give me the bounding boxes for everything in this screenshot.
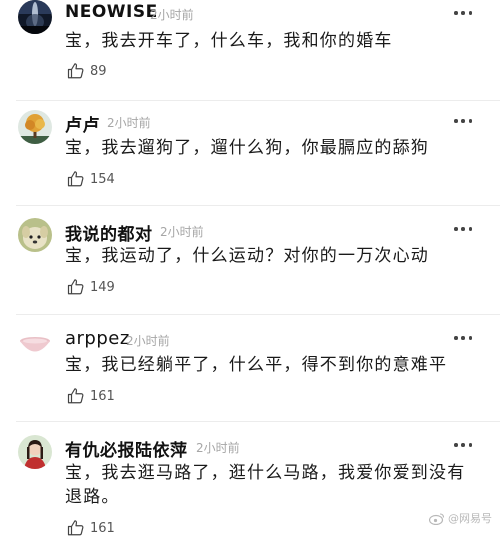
comment-text: 宝，我运动了，什么运动？对你的一万次心动 <box>65 246 429 266</box>
timestamp: 2小时前 <box>160 225 204 239</box>
autumn-tree-avatar <box>18 110 52 144</box>
comment-item: arppez 2小时前 宝，我已经躺平了，什么平，得不到你的意难平 161 <box>0 326 500 426</box>
more-dot-icon <box>461 443 465 447</box>
puppy-avatar <box>18 218 52 252</box>
thumbs-up-icon <box>67 63 84 79</box>
avatar[interactable] <box>18 110 52 144</box>
thumbs-up-icon <box>67 520 84 536</box>
comment-list: NEOWISE 2小时前 宝，我去开车了，什么车，我和你的婚车 89 卢卢 2小… <box>0 0 500 536</box>
divider <box>16 314 500 315</box>
more-dot-icon <box>454 11 458 15</box>
more-dot-icon <box>461 227 465 231</box>
girl-portrait-avatar <box>18 435 52 469</box>
more-dot-icon <box>468 227 472 231</box>
avatar[interactable] <box>18 218 52 252</box>
like-button[interactable]: 161 <box>67 386 115 406</box>
divider <box>16 421 500 422</box>
more-dot-icon <box>454 119 458 123</box>
thumbs-up-icon <box>67 279 84 295</box>
username[interactable]: 我说的都对 <box>65 220 153 245</box>
like-button[interactable]: 161 <box>67 518 115 536</box>
thumbs-up-icon <box>67 171 84 187</box>
watermark: @网易号 <box>429 510 492 526</box>
more-options-button[interactable] <box>454 10 472 16</box>
like-count: 149 <box>90 279 115 295</box>
username[interactable]: 卢卢 <box>65 111 100 136</box>
like-button[interactable]: 154 <box>67 169 115 189</box>
more-dot-icon <box>454 443 458 447</box>
more-dot-icon <box>461 11 465 15</box>
username[interactable]: NEOWISE <box>65 2 158 22</box>
avatar[interactable] <box>18 0 52 34</box>
more-dot-icon <box>468 119 472 123</box>
like-count: 154 <box>90 171 115 187</box>
timestamp: 2小时前 <box>107 116 151 130</box>
avatar[interactable] <box>18 435 52 469</box>
pink-bowl-avatar <box>18 328 52 362</box>
timestamp: 2小时前 <box>126 334 170 348</box>
like-count: 89 <box>90 63 107 79</box>
like-button[interactable]: 149 <box>67 277 115 297</box>
more-dot-icon <box>454 227 458 231</box>
username[interactable]: 有仇必报陆依萍 <box>65 436 188 461</box>
comment-text: 宝，我去遛狗了，遛什么狗，你最膈应的舔狗 <box>65 138 429 158</box>
timestamp: 2小时前 <box>150 8 194 22</box>
more-options-button[interactable] <box>454 118 472 124</box>
weibo-logo-icon <box>429 512 445 525</box>
comment-text: 宝，我已经躺平了，什么平，得不到你的意难平 <box>65 355 448 375</box>
more-options-button[interactable] <box>454 226 472 232</box>
like-count: 161 <box>90 388 115 404</box>
night-sky-avatar <box>18 0 52 34</box>
timestamp: 2小时前 <box>196 441 240 455</box>
like-count: 161 <box>90 520 115 536</box>
more-dot-icon <box>454 336 458 340</box>
username[interactable]: arppez <box>65 328 130 349</box>
more-options-button[interactable] <box>454 335 472 341</box>
comment-item: 卢卢 2小时前 宝，我去遛狗了，遛什么狗，你最膈应的舔狗 154 <box>0 108 500 208</box>
comment-item: 我说的都对 2小时前 宝，我运动了，什么运动？对你的一万次心动 149 <box>0 218 500 318</box>
more-dot-icon <box>461 119 465 123</box>
thumbs-up-icon <box>67 388 84 404</box>
comment-item: NEOWISE 2小时前 宝，我去开车了，什么车，我和你的婚车 89 <box>0 0 500 100</box>
comment-text: 宝，我去逛马路了，逛什么马路，我爱你爱到没有退路。 <box>65 463 466 507</box>
more-options-button[interactable] <box>454 442 472 448</box>
more-dot-icon <box>468 443 472 447</box>
comment-text: 宝，我去开车了，什么车，我和你的婚车 <box>65 31 393 51</box>
more-dot-icon <box>461 336 465 340</box>
more-dot-icon <box>468 11 472 15</box>
avatar[interactable] <box>18 328 52 362</box>
divider <box>16 205 500 206</box>
comment-item: 有仇必报陆依萍 2小时前 宝，我去逛马路了，逛什么马路，我爱你爱到没有退路。 1… <box>0 433 500 536</box>
more-dot-icon <box>468 336 472 340</box>
like-button[interactable]: 89 <box>67 61 107 81</box>
divider <box>16 100 500 101</box>
watermark-text: @网易号 <box>448 512 492 525</box>
